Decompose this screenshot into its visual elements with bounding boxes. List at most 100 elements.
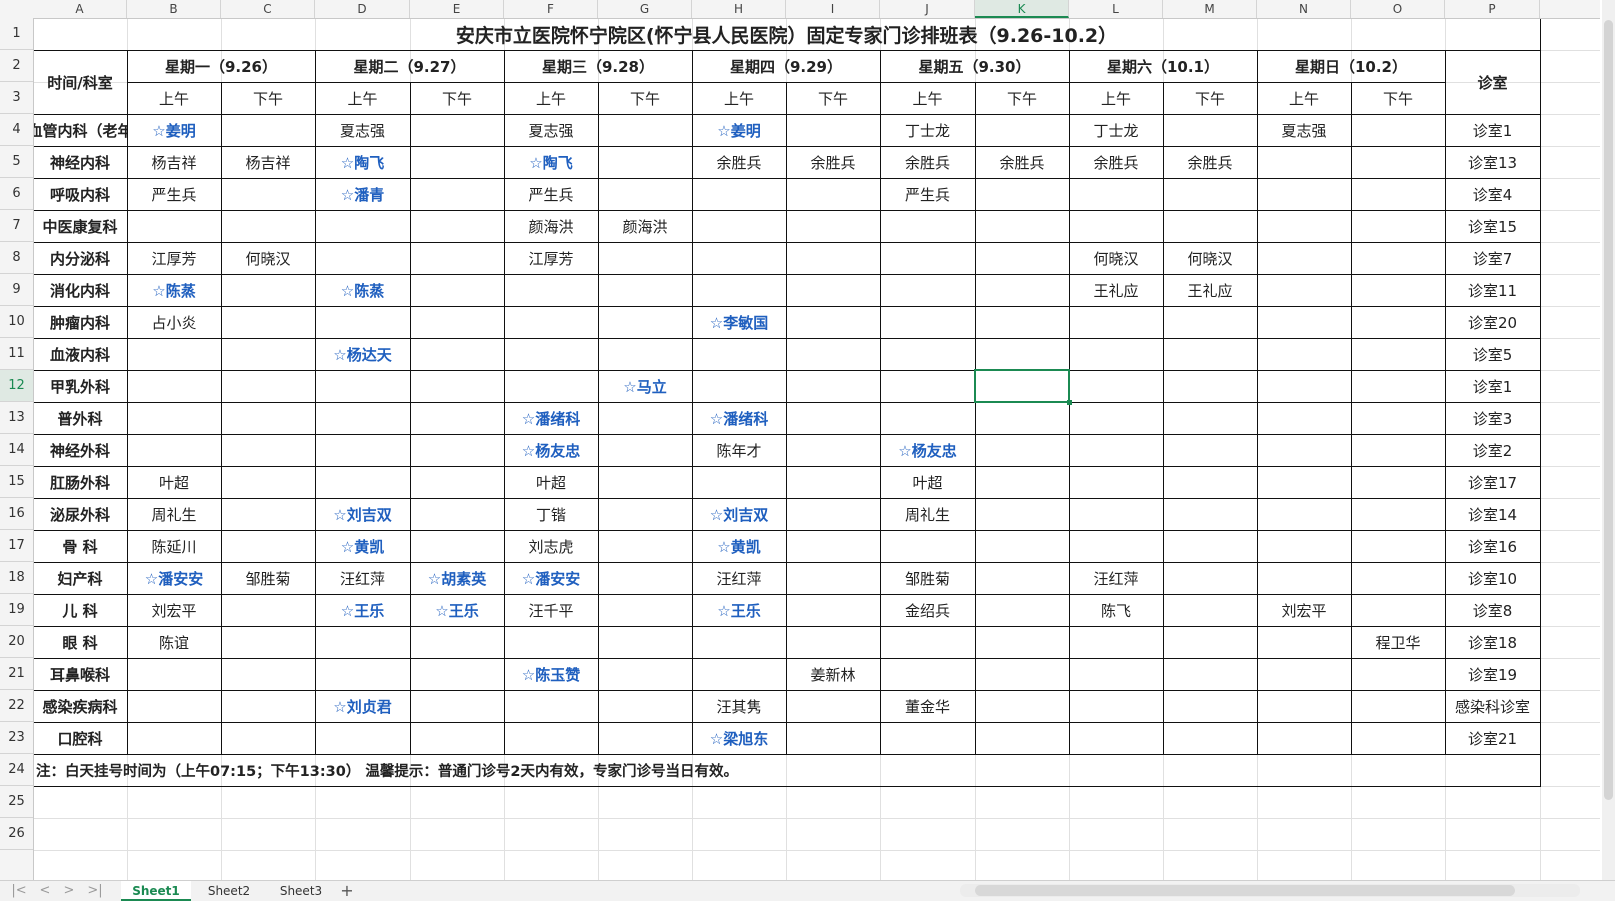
doctor-cell[interactable]: 陈延川 <box>127 530 221 562</box>
doctor-cell[interactable] <box>1257 658 1351 690</box>
doctor-cell[interactable]: ☆潘青 <box>315 178 410 210</box>
doctor-cell[interactable] <box>315 658 410 690</box>
doctor-cell[interactable] <box>1351 530 1445 562</box>
room-cell[interactable]: 感染科诊室 <box>1445 690 1540 722</box>
doctor-cell[interactable] <box>221 466 315 498</box>
active-cell-selection[interactable] <box>974 369 1072 405</box>
doctor-cell[interactable] <box>692 274 786 306</box>
row-header[interactable]: 13 <box>0 402 33 434</box>
doctor-cell[interactable] <box>410 498 504 530</box>
doctor-cell[interactable] <box>975 466 1069 498</box>
column-header[interactable]: H <box>692 0 786 18</box>
doctor-cell[interactable] <box>598 498 692 530</box>
doctor-cell[interactable] <box>221 178 315 210</box>
doctor-cell[interactable] <box>692 466 786 498</box>
doctor-cell[interactable] <box>1257 402 1351 434</box>
doctor-cell[interactable] <box>1069 466 1163 498</box>
doctor-cell[interactable]: 周礼生 <box>880 498 975 530</box>
doctor-cell[interactable] <box>880 306 975 338</box>
doctor-cell[interactable] <box>786 498 880 530</box>
doctor-cell[interactable] <box>1257 722 1351 754</box>
doctor-cell[interactable]: 余胜兵 <box>1163 146 1257 178</box>
doctor-cell[interactable]: 汪千平 <box>504 594 598 626</box>
doctor-cell[interactable] <box>1163 210 1257 242</box>
doctor-cell[interactable]: ☆王乐 <box>410 594 504 626</box>
doctor-cell[interactable] <box>410 114 504 146</box>
doctor-cell[interactable]: ☆陶飞 <box>315 146 410 178</box>
doctor-cell[interactable] <box>975 338 1069 370</box>
doctor-cell[interactable]: 何晓汉 <box>221 242 315 274</box>
doctor-cell[interactable] <box>127 690 221 722</box>
doctor-cell[interactable] <box>1069 626 1163 658</box>
doctor-cell[interactable] <box>410 370 504 402</box>
doctor-cell[interactable]: 夏志强 <box>315 114 410 146</box>
row-header[interactable]: 3 <box>0 82 33 114</box>
doctor-cell[interactable] <box>410 178 504 210</box>
doctor-cell[interactable]: 江厚芳 <box>127 242 221 274</box>
room-cell[interactable]: 诊室18 <box>1445 626 1540 658</box>
doctor-cell[interactable]: ☆潘绪科 <box>692 402 786 434</box>
doctor-cell[interactable] <box>598 146 692 178</box>
doctor-cell[interactable] <box>598 338 692 370</box>
vertical-scrollbar-thumb[interactable] <box>1604 20 1613 800</box>
doctor-cell[interactable]: ☆梁旭东 <box>692 722 786 754</box>
doctor-cell[interactable]: ☆陈玉赞 <box>504 658 598 690</box>
column-header[interactable]: M <box>1163 0 1257 18</box>
doctor-cell[interactable]: ☆李敏国 <box>692 306 786 338</box>
doctor-cell[interactable]: 刘志虎 <box>504 530 598 562</box>
doctor-cell[interactable] <box>127 338 221 370</box>
doctor-cell[interactable] <box>786 210 880 242</box>
doctor-cell[interactable]: ☆杨友忠 <box>880 434 975 466</box>
row-header[interactable]: 4 <box>0 114 33 146</box>
doctor-cell[interactable]: 陈谊 <box>127 626 221 658</box>
doctor-cell[interactable]: 江厚芳 <box>504 242 598 274</box>
doctor-cell[interactable]: 周礼生 <box>127 498 221 530</box>
doctor-cell[interactable] <box>598 626 692 658</box>
doctor-cell[interactable] <box>1257 210 1351 242</box>
doctor-cell[interactable] <box>598 530 692 562</box>
doctor-cell[interactable] <box>221 626 315 658</box>
doctor-cell[interactable] <box>1257 466 1351 498</box>
doctor-cell[interactable]: 余胜兵 <box>786 146 880 178</box>
doctor-cell[interactable] <box>504 370 598 402</box>
doctor-cell[interactable] <box>786 370 880 402</box>
doctor-cell[interactable] <box>880 242 975 274</box>
doctor-cell[interactable]: 何晓汉 <box>1069 242 1163 274</box>
doctor-cell[interactable] <box>1351 274 1445 306</box>
doctor-cell[interactable] <box>1163 626 1257 658</box>
doctor-cell[interactable] <box>1351 146 1445 178</box>
doctor-cell[interactable] <box>315 626 410 658</box>
doctor-cell[interactable] <box>975 210 1069 242</box>
doctor-cell[interactable] <box>692 242 786 274</box>
doctor-cell[interactable]: 严生兵 <box>504 178 598 210</box>
room-cell[interactable]: 诊室5 <box>1445 338 1540 370</box>
doctor-cell[interactable] <box>786 434 880 466</box>
doctor-cell[interactable] <box>1069 210 1163 242</box>
doctor-cell[interactable] <box>1257 146 1351 178</box>
department-name[interactable]: 血液内科 <box>33 338 127 370</box>
doctor-cell[interactable] <box>1069 370 1163 402</box>
department-name[interactable]: 神经外科 <box>33 434 127 466</box>
doctor-cell[interactable] <box>1163 498 1257 530</box>
column-header[interactable]: G <box>598 0 692 18</box>
doctor-cell[interactable] <box>880 338 975 370</box>
doctor-cell[interactable] <box>1257 338 1351 370</box>
doctor-cell[interactable] <box>692 658 786 690</box>
doctor-cell[interactable] <box>786 242 880 274</box>
doctor-cell[interactable]: ☆潘安安 <box>504 562 598 594</box>
row-header[interactable]: 14 <box>0 434 33 466</box>
room-cell[interactable]: 诊室20 <box>1445 306 1540 338</box>
row-header[interactable]: 8 <box>0 242 33 274</box>
doctor-cell[interactable] <box>692 370 786 402</box>
doctor-cell[interactable] <box>1351 370 1445 402</box>
department-name[interactable]: 消化内科 <box>33 274 127 306</box>
doctor-cell[interactable] <box>975 562 1069 594</box>
doctor-cell[interactable] <box>410 626 504 658</box>
doctor-cell[interactable] <box>504 690 598 722</box>
doctor-cell[interactable]: ☆陶飞 <box>504 146 598 178</box>
doctor-cell[interactable] <box>221 338 315 370</box>
room-cell[interactable]: 诊室14 <box>1445 498 1540 530</box>
room-cell[interactable]: 诊室8 <box>1445 594 1540 626</box>
doctor-cell[interactable] <box>1351 434 1445 466</box>
doctor-cell[interactable] <box>786 562 880 594</box>
